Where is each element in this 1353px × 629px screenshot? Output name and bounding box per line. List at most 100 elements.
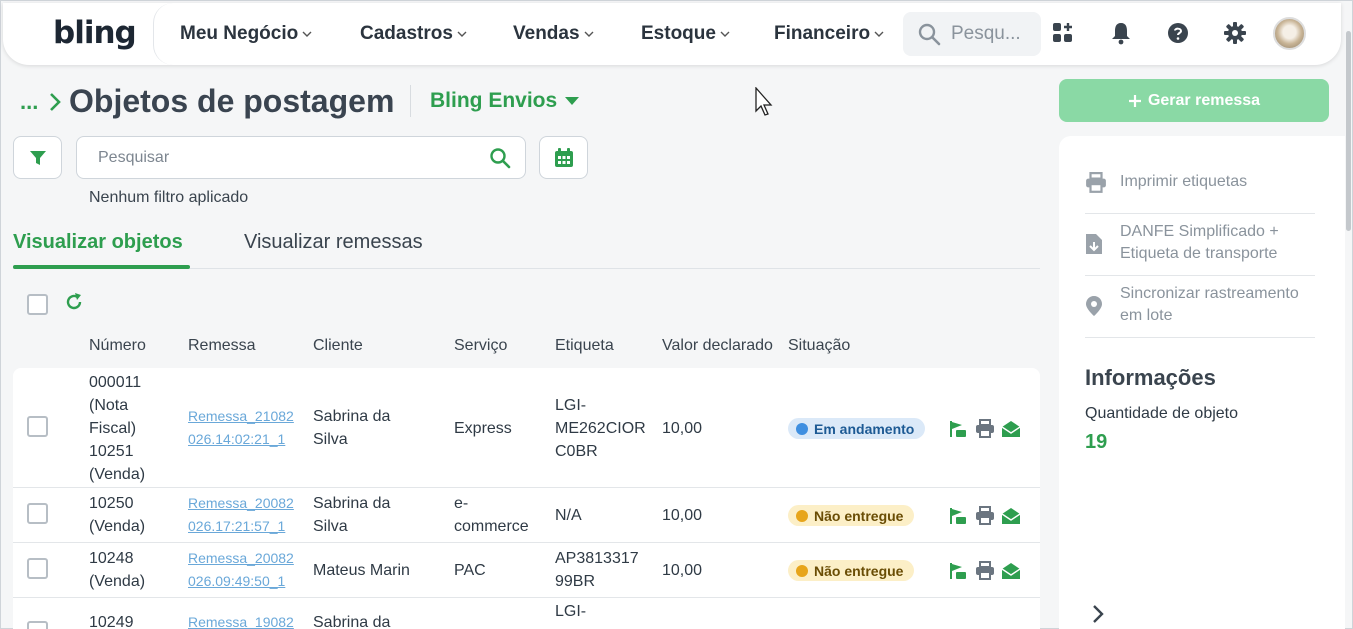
active-tab-indicator [13,265,190,269]
column-header-etiqueta[interactable]: Etiqueta [555,337,614,355]
table-row-valor: 10,00 [662,562,703,579]
nav-label: Vendas [513,23,580,44]
cell-line: Remessa_21082 [188,408,294,424]
cell-line: C0BR [555,443,598,460]
cell-line: AP3813317 [555,550,639,567]
cell-line: (Venda) [89,466,146,483]
cell-line: LGI- [555,397,587,414]
breadcrumb[interactable]: ... [20,89,38,115]
email-icon[interactable] [1001,561,1021,581]
top-navbar: bling Meu Negócio Cadastros Vendas Estoq… [3,3,1341,65]
action-label: Imprimir etiquetas [1120,173,1248,190]
status-label: Em andamento [814,420,915,437]
column-header-cliente[interactable]: Cliente [313,337,363,355]
apps-icon[interactable] [1051,21,1075,45]
email-icon[interactable] [1001,419,1021,439]
print-icon[interactable] [975,506,995,526]
bling-logo[interactable]: bling [53,15,137,51]
remessa-link[interactable]: Remessa_21082 026.14:02:21_1 [188,405,294,451]
chevron-right-icon[interactable] [1091,604,1105,624]
mouse-cursor-icon [755,87,773,116]
cell-line: commerce [454,518,529,535]
column-header-valor-declarado[interactable]: Valor declarado [662,337,773,355]
select-all-checkbox[interactable] [27,294,48,315]
page-scrollbar[interactable] [1346,31,1351,231]
info-label: Quantidade de objeto [1085,405,1239,422]
nav-cadastros[interactable]: Cadastros [360,23,467,45]
chevron-down-icon [720,31,730,37]
column-header-numero[interactable]: Número [89,337,146,355]
table-row-etiqueta: N/A [555,507,582,524]
email-icon[interactable] [1001,506,1021,526]
nav-estoque[interactable]: Estoque [641,23,730,45]
status-label: Não entregue [814,562,904,579]
tracking-icon[interactable] [948,419,968,439]
tab-visualizar-remessas[interactable]: Visualizar remessas [244,231,423,254]
status-dot [796,509,808,522]
module-selector[interactable]: Bling Envios [430,89,580,113]
remessa-link[interactable]: Remessa_20082 026.09:49:50_1 [188,547,294,593]
nav-label: Cadastros [360,23,453,44]
tracking-icon[interactable] [948,561,968,581]
column-header-servico[interactable]: Serviço [454,337,507,355]
row-checkbox[interactable] [27,416,48,437]
calendar-icon [554,147,573,167]
user-avatar[interactable] [1273,17,1306,50]
filter-button[interactable] [13,136,62,179]
cell-line: (Venda) [89,518,146,535]
panel-divider [1085,337,1315,338]
nav-financeiro[interactable]: Financeiro [774,23,884,45]
status-label: Não entregue [814,507,904,524]
search-input[interactable]: Pesquisar [76,136,526,179]
cell-line: 99BR [555,573,596,590]
column-header-remessa[interactable]: Remessa [188,337,256,355]
row-checkbox[interactable] [27,621,48,629]
table-row-servico: e- commerce [454,492,529,538]
column-header-situacao[interactable]: Situação [788,337,850,355]
cell-line: 026.14:02:21_1 [188,431,286,447]
funnel-icon [29,150,46,165]
cell-line: 10251 [89,443,134,460]
chevron-right-icon [50,93,61,111]
table-row-etiqueta: LGI- ME262CIOR C0BR [555,394,646,463]
tab-visualizar-objetos[interactable]: Visualizar objetos [13,231,183,254]
remessa-link[interactable]: Remessa_19082 [188,611,294,629]
panel-divider [1085,275,1315,276]
bell-icon[interactable] [1109,21,1133,45]
cell-line: 000011 [89,374,142,391]
row-checkbox[interactable] [27,503,48,524]
table-row-numero: 10248 (Venda) [89,547,145,593]
gerar-remessa-button[interactable]: Gerar remessa [1059,79,1329,122]
title-divider [410,85,411,117]
global-search[interactable]: Pesqu... [903,12,1041,56]
plus-icon [1128,94,1141,107]
cell-line: 10248 [89,550,134,567]
cell-line: Silva [313,518,348,535]
help-icon[interactable] [1166,21,1190,45]
gear-icon[interactable] [1223,21,1247,45]
table-row-cliente: Sabrina da Silva [313,492,390,538]
status-badge: Em andamento [788,418,926,439]
action-label: DANFE Simplificado + Etiqueta de transpo… [1120,223,1279,262]
row-checkbox[interactable] [27,558,48,579]
print-icon[interactable] [975,561,995,581]
table-row-servico: Express [454,420,512,437]
cell-line: (Nota [89,397,129,414]
date-filter-button[interactable] [539,136,588,179]
nav-meu-negocio[interactable]: Meu Negócio [180,23,312,45]
cell-line: (Venda) [89,573,146,590]
nav-label: Meu Negócio [180,23,299,44]
file-download-icon [1086,234,1102,254]
search-icon [918,23,941,46]
remessa-link[interactable]: Remessa_20082 026.17:21:57_1 [188,492,294,538]
cell-line: e- [454,495,469,512]
module-label: Bling Envios [430,89,558,112]
tracking-icon[interactable] [948,506,968,526]
refresh-icon[interactable] [64,292,84,312]
nav-vendas[interactable]: Vendas [513,23,594,45]
global-search-placeholder: Pesqu... [951,23,1021,44]
print-icon[interactable] [975,419,995,439]
logo-divider [153,3,173,65]
table-row-numero: 10250 (Venda) [89,492,145,538]
search-icon[interactable] [489,147,511,169]
